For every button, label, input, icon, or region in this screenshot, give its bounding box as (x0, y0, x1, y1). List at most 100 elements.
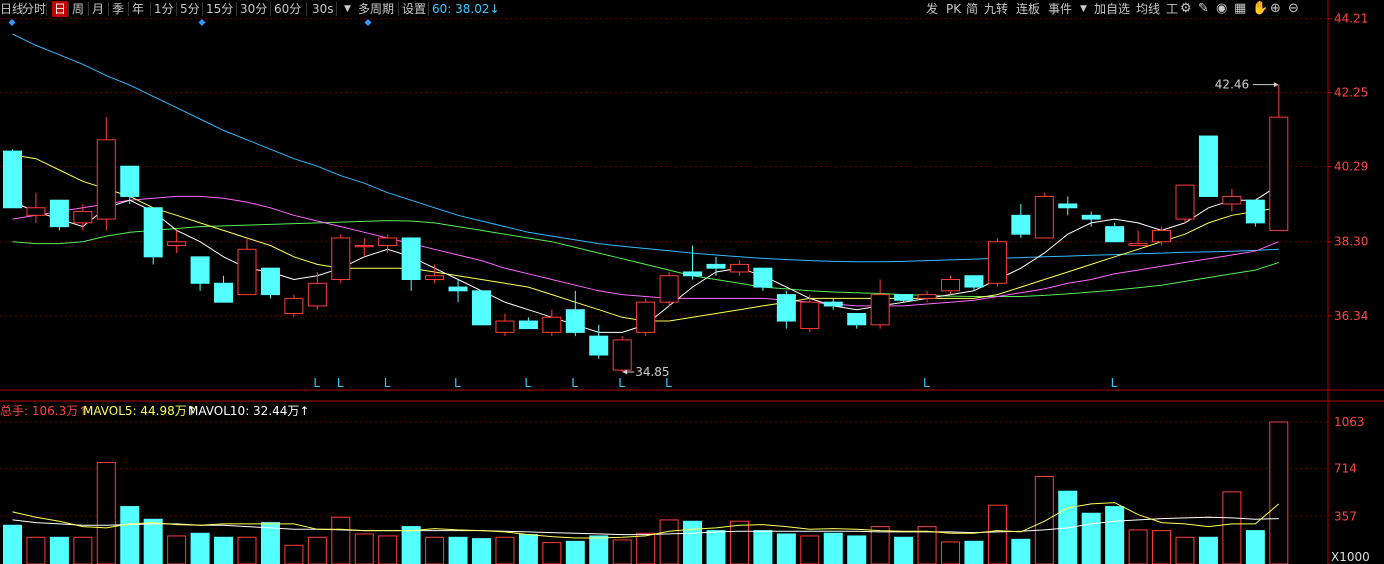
candle (120, 165, 140, 204)
toolbar-item-2[interactable]: 日 (52, 1, 69, 17)
signal-marker: L (454, 376, 461, 390)
toolbar-right-item-0[interactable]: 发 (926, 1, 938, 17)
toolbar-right-item-8[interactable]: 工 (1166, 1, 1178, 17)
toolbar-item-0[interactable]: 日线 (0, 1, 24, 17)
volume-bar (800, 535, 820, 564)
candle (612, 336, 632, 373)
toolbar-separator (428, 2, 429, 16)
candle-body (73, 211, 93, 224)
toolbar-item-6[interactable]: 年 (132, 1, 144, 17)
eye-icon[interactable]: ◉ (1216, 1, 1227, 17)
events-dropdown-icon[interactable]: ▼ (1080, 1, 1087, 17)
volume-bar (1011, 538, 1031, 564)
toolbar-right-item-1[interactable]: PK (946, 1, 961, 17)
volume-bar (776, 533, 796, 564)
volume-bar (612, 539, 632, 564)
event-diamond-icon[interactable] (364, 19, 372, 26)
event-diamond-icon[interactable] (8, 19, 16, 26)
candle-body (964, 275, 984, 288)
candle (823, 298, 843, 310)
signal-marker: L (337, 376, 344, 390)
candle (143, 207, 163, 265)
candle-body (823, 301, 843, 307)
toolbar-item-7[interactable]: 1分 (154, 1, 174, 17)
toolbar-separator (108, 2, 109, 16)
toolbar-item-5[interactable]: 季 (112, 1, 124, 17)
volume-bar (307, 536, 327, 564)
candle (307, 271, 327, 310)
volume-bar (565, 540, 585, 564)
volume-bar (495, 536, 515, 564)
candle-body (1175, 184, 1195, 220)
toolbar-item-3[interactable]: 周 (72, 1, 84, 17)
candle-body (378, 237, 398, 247)
moving-average-60 (12, 33, 1279, 263)
toolbar-item-1[interactable]: 分时 (22, 1, 46, 17)
toolbar-item-4[interactable]: 月 (92, 1, 104, 17)
toolbar-right-item-4[interactable]: 连板 (1016, 1, 1040, 17)
toolbar-item-11[interactable]: 60分 (274, 1, 301, 17)
volume-bar (753, 530, 773, 564)
volume-bar (683, 520, 703, 564)
volume-bar (331, 516, 351, 564)
candle (1222, 188, 1242, 212)
toolbar-separator (68, 2, 69, 16)
candle-body (1152, 229, 1172, 243)
volume-tick-label: 357 (1334, 509, 1357, 523)
candle (1175, 184, 1195, 223)
volume-bar (518, 534, 538, 564)
high-arrow-icon (1273, 82, 1279, 88)
candle-body (1245, 199, 1265, 224)
moving-average-lines (12, 33, 1280, 333)
candle-body (49, 199, 69, 228)
signal-marker: L (313, 376, 320, 390)
candle (425, 264, 445, 284)
volume-bar (1198, 536, 1218, 564)
toolbar-right-item-5[interactable]: 事件 (1048, 1, 1072, 17)
volume-total-label: 总手: 106.3万↑ (0, 404, 88, 418)
volume-bar (964, 540, 984, 564)
signal-marker: L (571, 376, 578, 390)
toolbar-item-12[interactable]: 30s (312, 1, 334, 17)
brush-icon[interactable]: ✎ (1198, 1, 1209, 17)
signal-marker: L (384, 376, 391, 390)
volume-bar (284, 544, 304, 564)
signal-markers: L L L L L L L L L L42.4634.85 (313, 78, 1279, 390)
toolbar-item-13[interactable]: 多周期 (358, 1, 394, 17)
candle-body (495, 320, 515, 333)
candle (190, 256, 210, 291)
candle-body (401, 237, 421, 281)
candle-body (167, 241, 187, 247)
toolbar-right-item-3[interactable]: 九转 (984, 1, 1008, 17)
candle-body (448, 286, 468, 292)
toolbar-right-item-7[interactable]: 均线 (1136, 1, 1160, 17)
caret-down-icon[interactable]: ▼ (344, 1, 351, 17)
toolbar-item-14[interactable]: 设置 (402, 1, 426, 17)
candle-body (941, 279, 960, 292)
candle-body (659, 275, 679, 303)
candle-body (143, 207, 163, 258)
volume-bar (3, 524, 22, 564)
candle-body (612, 339, 632, 371)
calculator-icon[interactable]: ▦ (1234, 1, 1246, 17)
candle-body (683, 271, 703, 277)
candle (96, 117, 116, 231)
zoom-out-icon[interactable]: ⊖ (1288, 1, 1299, 17)
toolbar-item-9[interactable]: 15分 (206, 1, 233, 17)
volume-bar (120, 506, 140, 564)
toolbar: 日线 分时日周月季年 1分 5分 15分 30分 60分 30s 多周期 设置 ▼ 60: 38.02… (0, 0, 1384, 18)
candle-body (518, 320, 538, 330)
toolbar-item-8[interactable]: 5分 (180, 1, 200, 17)
event-diamond-icon[interactable] (198, 19, 206, 26)
zoom-in-icon[interactable]: ⊕ (1270, 1, 1281, 17)
candle (1152, 226, 1172, 246)
toolbar-right-item-2[interactable]: 简 (966, 1, 978, 17)
volume-bar (706, 530, 726, 564)
candle-body (1058, 203, 1078, 209)
toolbar-right-item-6[interactable]: 加自选 (1094, 1, 1130, 17)
hand-icon[interactable]: ✋ (1252, 1, 1268, 17)
settings-icon[interactable]: ⚙ (1180, 1, 1192, 17)
toolbar-separator (88, 2, 89, 16)
toolbar-item-10[interactable]: 30分 (240, 1, 267, 17)
volume-bar (659, 519, 679, 564)
